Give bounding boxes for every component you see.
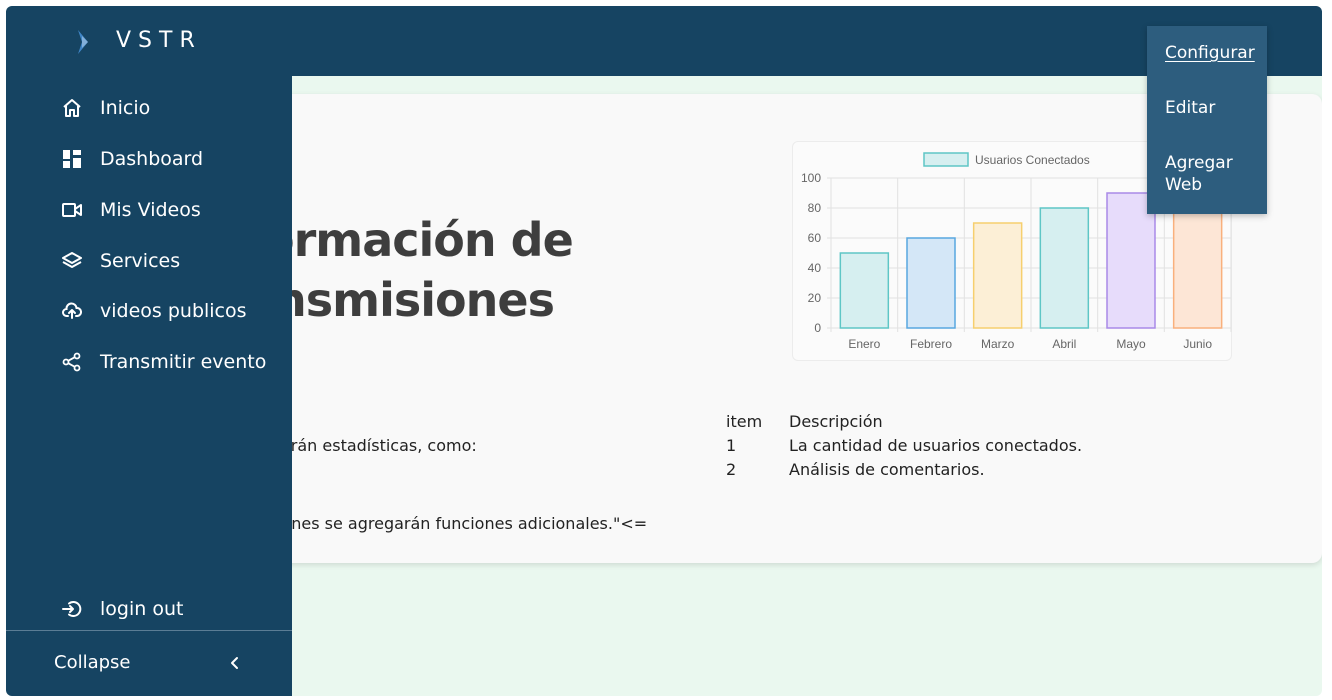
table-header-item: item bbox=[726, 412, 763, 431]
page-title: formación de ansmisiones bbox=[244, 210, 574, 330]
x-tick-label: Abril bbox=[1052, 337, 1076, 351]
sidebar-item-label: Dashboard bbox=[100, 148, 204, 170]
bar bbox=[972, 222, 1023, 329]
future-note-text: zaciones se agregarán funciones adiciona… bbox=[250, 514, 648, 533]
user-dropdown-menu: Configurar Editar Agregar Web bbox=[1147, 26, 1267, 214]
sidebar-item-label: Services bbox=[100, 250, 181, 272]
share-icon bbox=[62, 352, 82, 372]
table-cell-description: La cantidad de usuarios conectados. bbox=[789, 436, 1083, 455]
legend-swatch bbox=[923, 152, 969, 167]
x-tick-label: Febrero bbox=[910, 337, 952, 351]
y-tick-label: 60 bbox=[808, 231, 822, 245]
sidebar-item-label: Mis Videos bbox=[100, 199, 201, 221]
sidebar-item-label: Transmitir evento bbox=[100, 351, 267, 373]
legend-label: Usuarios Conectados bbox=[975, 153, 1090, 167]
table-row: 2 Análisis de comentarios. bbox=[726, 460, 1082, 484]
cloud-upload-icon bbox=[62, 301, 82, 321]
table-cell-item: 1 bbox=[726, 436, 737, 455]
x-tick-label: Junio bbox=[1183, 337, 1212, 351]
sidebar-item-inicio[interactable]: Inicio bbox=[62, 93, 150, 123]
dashboard-icon bbox=[62, 149, 82, 169]
bar bbox=[906, 237, 956, 329]
table-cell-item: 2 bbox=[726, 460, 737, 479]
layers-icon bbox=[62, 251, 82, 271]
sidebar-item-mis-videos[interactable]: Mis Videos bbox=[62, 195, 201, 225]
sidebar-divider bbox=[6, 630, 292, 631]
sidebar-item-dashboard[interactable]: Dashboard bbox=[62, 144, 203, 174]
collapse-button[interactable]: Collapse bbox=[54, 652, 131, 673]
video-camera-icon bbox=[62, 200, 82, 220]
table-cell-description: Análisis de comentarios. bbox=[789, 460, 985, 479]
menu-item-agregar-web[interactable]: Agregar Web bbox=[1165, 152, 1255, 196]
sidebar-item-transmitir-evento[interactable]: Transmitir evento bbox=[62, 347, 266, 377]
stats-table: item Descripción 1 La cantidad de usuari… bbox=[726, 412, 1082, 484]
top-bar: VSTR william bbox=[6, 6, 1322, 76]
table-row: 1 La cantidad de usuarios conectados. bbox=[726, 436, 1082, 460]
y-tick-label: 40 bbox=[808, 261, 822, 275]
logo-text: VSTR bbox=[116, 28, 202, 53]
table-header-row: item Descripción bbox=[726, 412, 1082, 436]
home-icon bbox=[62, 98, 82, 118]
app-window: VSTR william formación de ansmisiones os… bbox=[6, 6, 1322, 696]
table-header-description: Descripción bbox=[789, 412, 883, 431]
logo-icon bbox=[78, 30, 88, 54]
page-title-line-1: formación de bbox=[244, 213, 574, 267]
y-tick-label: 100 bbox=[801, 171, 821, 185]
sidebar: Inicio Dashboard Mis Videos Services vid… bbox=[6, 76, 292, 696]
menu-item-editar[interactable]: Editar bbox=[1165, 97, 1255, 119]
page-title-line-2: ansmisiones bbox=[244, 273, 555, 327]
x-tick-label: Mayo bbox=[1116, 337, 1146, 351]
x-tick-label: Enero bbox=[848, 337, 880, 351]
logout-label: login out bbox=[100, 598, 184, 620]
logout-icon bbox=[62, 599, 82, 619]
sidebar-item-label: videos publicos bbox=[100, 300, 247, 322]
chevron-left-icon[interactable] bbox=[228, 656, 242, 670]
y-tick-label: 20 bbox=[808, 291, 822, 305]
bar bbox=[1039, 207, 1090, 329]
menu-item-configurar[interactable]: Configurar bbox=[1165, 42, 1255, 64]
sidebar-item-label: Inicio bbox=[100, 97, 151, 119]
sidebar-item-videos-publicos[interactable]: videos publicos bbox=[62, 296, 247, 326]
bar bbox=[839, 252, 890, 329]
x-tick-label: Marzo bbox=[981, 337, 1015, 351]
logout-button[interactable]: login out bbox=[62, 594, 183, 624]
y-tick-label: 0 bbox=[814, 321, 821, 335]
sidebar-item-services[interactable]: Services bbox=[62, 246, 180, 276]
y-tick-label: 80 bbox=[808, 201, 822, 215]
